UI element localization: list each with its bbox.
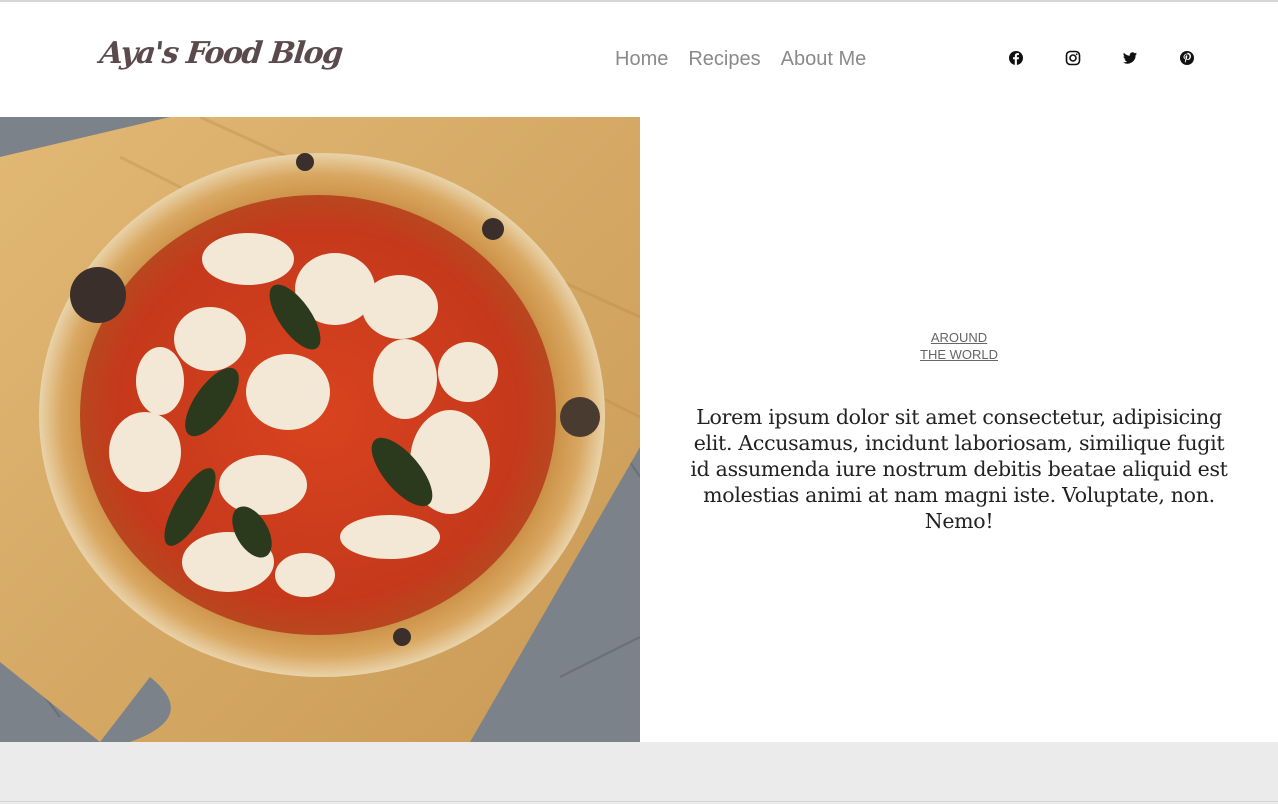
facebook-icon[interactable] [1008, 50, 1024, 66]
category-line-1: AROUND [930, 330, 988, 345]
twitter-icon[interactable] [1122, 50, 1138, 66]
nav-recipes-link[interactable]: Recipes [688, 47, 760, 71]
bottom-border [0, 801, 1278, 802]
hero-section: AROUND THE WORLD Lorem ipsum dolor sit a… [0, 117, 1278, 742]
nav-home-link[interactable]: Home [615, 47, 668, 71]
social-links [1008, 50, 1195, 66]
post-excerpt: Lorem ipsum dolor sit amet consectetur, … [690, 405, 1228, 533]
site-logo[interactable]: Aya's Food Blog [98, 36, 343, 71]
category-link[interactable]: AROUND THE WORLD [640, 329, 1278, 363]
main-nav: Home Recipes About Me [615, 47, 866, 71]
hero-text-panel: AROUND THE WORLD Lorem ipsum dolor sit a… [640, 117, 1278, 742]
footer-band [0, 742, 1278, 804]
pinterest-icon[interactable] [1179, 50, 1195, 66]
site-header: Aya's Food Blog Home Recipes About Me [0, 2, 1278, 117]
pizza-image [0, 117, 640, 742]
category-line-2: THE WORLD [920, 347, 998, 362]
nav-about-link[interactable]: About Me [781, 47, 867, 71]
instagram-icon[interactable] [1065, 50, 1081, 66]
